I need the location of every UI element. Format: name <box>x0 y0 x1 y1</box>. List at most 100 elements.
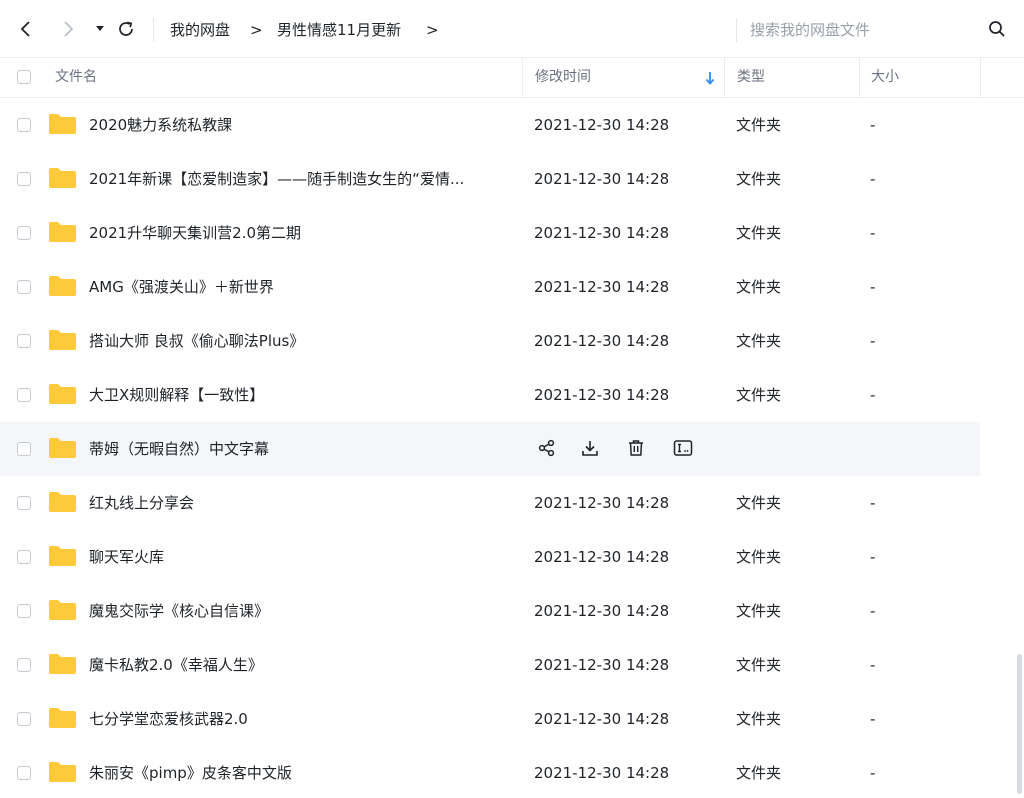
folder-icon <box>49 654 76 674</box>
refresh-icon <box>119 21 133 36</box>
file-name[interactable]: 魔鬼交际学《核心自信课》 <box>89 584 269 638</box>
rename-button[interactable] <box>670 435 696 461</box>
column-divider <box>980 58 981 97</box>
chevron-left-icon <box>20 21 30 37</box>
rename-icon <box>673 440 693 456</box>
table-row[interactable]: 搭讪大师 良叔《偷心聊法Plus》 2021-12-30 14:28 文件夹 - <box>0 314 980 368</box>
search-divider <box>736 18 737 42</box>
file-name[interactable]: 大卫X规则解释【一致性】 <box>89 368 264 422</box>
row-checkbox[interactable] <box>17 766 31 780</box>
refresh-button[interactable] <box>114 17 138 41</box>
column-header-type[interactable]: 类型 <box>737 58 765 97</box>
table-row[interactable]: 2021年新课【恋爱制造家】——随手制造女生的“爱情... 2021-12-30… <box>0 152 980 206</box>
row-checkbox[interactable] <box>17 604 31 618</box>
file-type: 文件夹 <box>736 548 782 566</box>
table-row[interactable]: 大卫X规则解释【一致性】 2021-12-30 14:28 文件夹 - <box>0 368 980 422</box>
chevron-right-icon <box>64 21 74 37</box>
table-row[interactable]: 蒂姆（无暇自然）中文字幕 <box>0 422 980 476</box>
file-name[interactable]: 2021升华聊天集训营2.0第二期 <box>89 206 301 260</box>
breadcrumb-current[interactable]: 男性情感11月更新 <box>277 20 401 40</box>
file-modified-date: 2021-12-30 14:28 <box>534 386 670 404</box>
vertical-scrollbar[interactable] <box>1014 98 1024 798</box>
select-all-checkbox[interactable] <box>17 70 31 84</box>
forward-button[interactable] <box>56 17 80 41</box>
history-dropdown-button[interactable] <box>88 17 112 41</box>
arrow-down-icon[interactable] <box>705 71 715 85</box>
row-checkbox[interactable] <box>17 226 31 240</box>
row-checkbox[interactable] <box>17 118 31 132</box>
table-row[interactable]: 魔卡私教2.0《幸福人生》 2021-12-30 14:28 文件夹 - <box>0 638 980 692</box>
file-type: 文件夹 <box>736 656 782 674</box>
row-checkbox[interactable] <box>17 334 31 348</box>
file-modified-date: 2021-12-30 14:28 <box>534 332 670 350</box>
column-header-size[interactable]: 大小 <box>871 58 899 97</box>
file-modified-date: 2021-12-30 14:28 <box>534 278 670 296</box>
row-checkbox[interactable] <box>17 712 31 726</box>
folder-icon <box>49 276 76 296</box>
file-type: 文件夹 <box>736 170 782 188</box>
column-divider <box>522 58 523 97</box>
breadcrumb-trailing-separator[interactable]: > <box>426 20 439 40</box>
file-name[interactable]: 朱丽安《pimp》皮条客中文版 <box>89 746 292 798</box>
row-checkbox[interactable] <box>17 496 31 510</box>
delete-icon <box>629 440 643 456</box>
row-checkbox[interactable] <box>17 280 31 294</box>
table-row[interactable]: 2020魅力系统私教課 2021-12-30 14:28 文件夹 - <box>0 98 980 152</box>
table-row[interactable]: 七分学堂恋爱核武器2.0 2021-12-30 14:28 文件夹 - <box>0 692 980 746</box>
file-name[interactable]: 搭讪大师 良叔《偷心聊法Plus》 <box>89 314 304 368</box>
file-name[interactable]: 聊天军火库 <box>89 530 164 584</box>
table-row[interactable]: 2021升华聊天集训营2.0第二期 2021-12-30 14:28 文件夹 - <box>0 206 980 260</box>
file-name[interactable]: 2020魅力系统私教課 <box>89 98 232 152</box>
breadcrumb-separator: > <box>250 21 263 39</box>
file-type: 文件夹 <box>736 278 782 296</box>
row-checkbox[interactable] <box>17 550 31 564</box>
file-name[interactable]: 红丸线上分享会 <box>89 476 194 530</box>
back-button[interactable] <box>14 17 38 41</box>
row-checkbox[interactable] <box>17 442 31 456</box>
search-input[interactable] <box>746 16 980 44</box>
search-button[interactable] <box>985 17 1009 41</box>
file-size: - <box>870 170 876 188</box>
file-list-header: 文件名 修改时间 类型 大小 <box>0 58 1024 98</box>
row-checkbox[interactable] <box>17 172 31 186</box>
file-list: 2020魅力系统私教課 2021-12-30 14:28 文件夹 - 2021年… <box>0 98 1024 798</box>
table-row[interactable]: 红丸线上分享会 2021-12-30 14:28 文件夹 - <box>0 476 980 530</box>
file-name[interactable]: 七分学堂恋爱核武器2.0 <box>89 692 248 746</box>
folder-icon <box>49 438 76 458</box>
folder-icon <box>49 708 76 728</box>
column-header-name[interactable]: 文件名 <box>55 58 97 97</box>
file-type: 文件夹 <box>736 332 782 350</box>
file-name[interactable]: AMG《强渡关山》＋新世界 <box>89 260 274 314</box>
file-size: - <box>870 224 876 242</box>
file-size: - <box>870 278 876 296</box>
folder-icon <box>49 384 76 404</box>
folder-icon <box>49 114 76 134</box>
scrollbar-thumb[interactable] <box>1017 654 1022 794</box>
row-checkbox[interactable] <box>17 658 31 672</box>
row-checkbox[interactable] <box>17 388 31 402</box>
file-modified-date: 2021-12-30 14:28 <box>534 116 670 134</box>
caret-down-icon <box>96 26 104 31</box>
file-size: - <box>870 386 876 404</box>
breadcrumb-root[interactable]: 我的网盘 <box>170 20 230 40</box>
column-divider <box>724 58 725 97</box>
file-name[interactable]: 魔卡私教2.0《幸福人生》 <box>89 638 263 692</box>
file-name[interactable]: 蒂姆（无暇自然）中文字幕 <box>89 422 269 476</box>
share-button[interactable] <box>534 435 560 461</box>
table-row[interactable]: 朱丽安《pimp》皮条客中文版 2021-12-30 14:28 文件夹 - <box>0 746 980 798</box>
table-row[interactable]: AMG《强渡关山》＋新世界 2021-12-30 14:28 文件夹 - <box>0 260 980 314</box>
file-modified-date: 2021-12-30 14:28 <box>534 224 670 242</box>
toolbar-divider <box>153 18 154 42</box>
search-icon <box>989 21 1005 37</box>
file-modified-date: 2021-12-30 14:28 <box>534 548 670 566</box>
download-button[interactable] <box>577 435 603 461</box>
table-row[interactable]: 聊天军火库 2021-12-30 14:28 文件夹 - <box>0 530 980 584</box>
file-name[interactable]: 2021年新课【恋爱制造家】——随手制造女生的“爱情... <box>89 152 464 206</box>
column-header-modified[interactable]: 修改时间 <box>535 58 591 97</box>
delete-button[interactable] <box>623 435 649 461</box>
table-row[interactable]: 魔鬼交际学《核心自信课》 2021-12-30 14:28 文件夹 - <box>0 584 980 638</box>
file-modified-date: 2021-12-30 14:28 <box>534 764 670 782</box>
file-modified-date: 2021-12-30 14:28 <box>534 710 670 728</box>
column-divider <box>859 58 860 97</box>
file-size: - <box>870 116 876 134</box>
